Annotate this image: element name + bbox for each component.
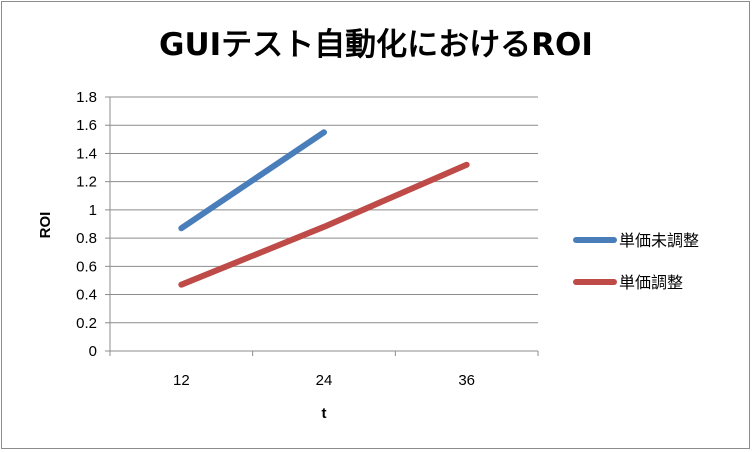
roi-line-chart: GUIテスト自動化におけるROI 0 0.2 0.4 0.6 0.8 1 1.2 1.4 1.6…: [37, 27, 699, 422]
series-lines: [178, 129, 470, 288]
legend-label-1: 単価調整: [619, 273, 683, 292]
y-tick-label: 0: [89, 343, 97, 360]
x-tick-label: 24: [316, 372, 333, 389]
legend: 単価未調整単価調整: [573, 231, 699, 292]
x-tick-label: 12: [173, 372, 190, 389]
series-line-0: [178, 129, 327, 232]
y-tick-labels: 0 0.2 0.4 0.6 0.8 1 1.2 1.4 1.6 1.8: [76, 89, 97, 360]
y-tick-label: 1.6: [76, 117, 97, 134]
y-tick-label: 0.6: [76, 258, 97, 275]
x-tick-label: 36: [458, 372, 475, 389]
x-tick-labels: 12 24 36: [173, 372, 475, 389]
y-tick-label: 0.2: [76, 315, 97, 332]
y-tick-label: 1.2: [76, 174, 97, 191]
y-tick-label: 1.8: [76, 89, 97, 106]
chart-title: GUIテスト自動化におけるROI: [159, 27, 593, 63]
y-tick-label: 1: [89, 202, 97, 219]
y-tick-label: 0.4: [76, 287, 97, 304]
y-tick-label: 0.8: [76, 230, 97, 247]
legend-label-0: 単価未調整: [619, 231, 699, 250]
x-axis-title: t: [322, 405, 327, 422]
y-axis-title: ROI: [37, 212, 54, 239]
y-tick-label: 1.4: [76, 145, 97, 162]
